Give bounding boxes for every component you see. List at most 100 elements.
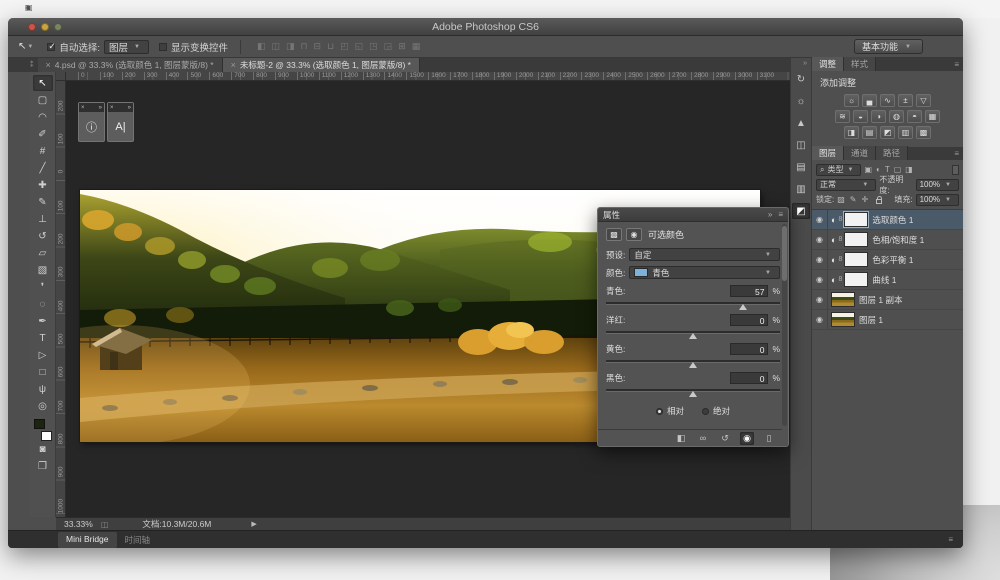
layer-filter-dropdown[interactable]: ⌕ 类型 ▼	[816, 163, 862, 176]
adjustment-layer-icon[interactable]: ◐	[831, 235, 836, 245]
ai-icon[interactable]: A|	[108, 112, 133, 141]
slider-thumb[interactable]	[738, 304, 747, 310]
slider-track[interactable]	[606, 387, 780, 397]
close-icon[interactable]: ×	[110, 105, 114, 111]
properties-scrollbar[interactable]	[782, 224, 787, 426]
pen-tool[interactable]: ✒	[33, 313, 53, 329]
tab-layers[interactable]: 图层	[812, 146, 845, 160]
reset-icon[interactable]: ↺	[718, 432, 732, 445]
clip-to-layer-icon[interactable]: ◧	[674, 432, 688, 445]
tab-timeline[interactable]: 时间轴	[117, 532, 159, 548]
fill-dropdown[interactable]: 100% ▼	[915, 193, 959, 206]
ai-mini-window[interactable]: × » A|	[107, 102, 134, 142]
panel-menu-icon[interactable]: ≡	[954, 60, 959, 69]
layer-visibility-icon[interactable]: ◉	[812, 250, 828, 269]
lock-pixels-icon[interactable]: ✎	[850, 195, 857, 204]
screen-mode-button[interactable]: ❐	[33, 458, 53, 474]
layer-mask-thumbnail[interactable]	[843, 211, 870, 228]
collapse-panel-icon[interactable]: »	[768, 210, 772, 219]
zoom-level-field[interactable]: 33.33%	[64, 519, 93, 529]
lock-position-icon[interactable]: ✛	[862, 195, 869, 204]
collapse-icon[interactable]: »	[99, 105, 102, 111]
layer-mask-icon[interactable]: ◉	[626, 228, 642, 241]
layer-visibility-icon[interactable]: ◉	[812, 270, 828, 289]
zoom-tool[interactable]: ◎	[33, 398, 53, 414]
hand-tool[interactable]: ψ	[33, 381, 53, 397]
layer-name[interactable]: 图层 1	[859, 314, 883, 326]
histogram-panel-icon[interactable]: ▲	[792, 115, 810, 131]
color-lookup-icon[interactable]: ▦	[925, 110, 940, 123]
collapse-icon[interactable]: »	[128, 105, 131, 111]
tab-bar-grip[interactable]: ⁑	[30, 61, 34, 69]
panel-menu-icon[interactable]: ≡	[954, 149, 959, 158]
marquee-tool[interactable]: ▢	[33, 92, 53, 108]
move-tool[interactable]: ↖	[32, 75, 53, 91]
layer-name[interactable]: 图层 1 副本	[859, 294, 902, 306]
horizontal-ruler[interactable]: 0 100 200 300 400 500 600 700 800 900 1000 1100 1200…	[66, 72, 790, 81]
layer-visibility-icon[interactable]: ◉	[812, 230, 828, 249]
filter-pixel-layers-icon[interactable]: ▣	[864, 165, 872, 174]
info-icon[interactable]: ⓘ	[79, 112, 104, 141]
close-tab-icon[interactable]: ×	[231, 60, 236, 70]
threshold-icon[interactable]: ◩	[880, 126, 895, 139]
layer-1-copy[interactable]: ◉ ◐ 8 图层 1 副本	[812, 290, 963, 310]
brightness-contrast-icon[interactable]: ☼	[844, 94, 859, 107]
blur-tool[interactable]: ❜	[33, 279, 53, 295]
doc-tab-untitled-2[interactable]: × 未标题-2 @ 33.3% (选取颜色 1, 图层蒙版/8) *	[222, 58, 420, 72]
panel-menu-icon[interactable]: ≡	[778, 210, 783, 219]
layer-mask-thumbnail[interactable]	[831, 292, 855, 307]
gradient-tool[interactable]: ▧	[33, 262, 53, 278]
hue-saturation-icon[interactable]: ≋	[835, 110, 850, 123]
slider-track[interactable]	[606, 329, 780, 339]
title-bar[interactable]: Adobe Photoshop CS6	[8, 18, 963, 36]
eyedropper-tool[interactable]: ╱	[33, 160, 53, 176]
blend-mode-dropdown[interactable]: 正常 ▼	[816, 178, 877, 191]
black-white-icon[interactable]: ◑	[871, 110, 886, 123]
channel-mixer-icon[interactable]: ◓	[907, 110, 922, 123]
dodge-tool[interactable]: ◌	[33, 296, 53, 312]
layer-mask-thumbnail[interactable]	[831, 312, 855, 327]
notes-panel-icon[interactable]: ◫	[792, 137, 810, 153]
close-icon[interactable]: ×	[81, 105, 85, 111]
auto-select-checkbox[interactable]	[47, 41, 56, 52]
paragraph-panel-icon[interactable]: ▥	[792, 181, 810, 197]
foreground-color-swatch[interactable]	[33, 419, 45, 429]
slider-thumb[interactable]	[689, 362, 697, 368]
layer-selective-color-1[interactable]: ◉ ◐ 8 选取颜色 1	[812, 210, 963, 230]
selective-color-thumb-icon[interactable]: ▩	[606, 228, 622, 241]
tab-adjustments[interactable]: 调整	[812, 57, 845, 71]
exposure-icon[interactable]: ±	[898, 94, 913, 107]
info-mini-window[interactable]: × » ⓘ	[78, 102, 105, 142]
filter-toggle-switch[interactable]	[952, 164, 959, 175]
layer-visibility-icon[interactable]: ◉	[812, 210, 828, 229]
path-selection-tool[interactable]: ▷	[33, 347, 53, 363]
close-tab-icon[interactable]: ×	[46, 60, 51, 70]
tab-channels[interactable]: 通道	[844, 146, 877, 160]
dock-collapse-icon[interactable]: »	[803, 60, 807, 67]
eraser-tool[interactable]: ▱	[33, 245, 53, 261]
visibility-icon[interactable]: ◉	[740, 431, 754, 445]
slider-track[interactable]	[606, 300, 780, 310]
move-tool-option-icon[interactable]: ↖	[18, 41, 26, 52]
layer-mask-thumbnail[interactable]	[844, 252, 869, 267]
layer-name[interactable]: 色相/饱和度 1	[872, 234, 924, 246]
layer-visibility-icon[interactable]: ◉	[812, 290, 828, 309]
layer-name[interactable]: 曲线 1	[872, 274, 896, 286]
properties-panel-header[interactable]: 属性 » ≡	[598, 208, 788, 222]
slider-thumb[interactable]	[689, 391, 697, 397]
doc-tab-4psd[interactable]: × 4.psd @ 33.3% (选取颜色 1, 图层蒙版/8) *	[37, 58, 223, 72]
slider-value-field[interactable]: 0	[730, 372, 769, 384]
layer-visibility-icon[interactable]: ◉	[812, 310, 828, 329]
vibrance-icon[interactable]: ▽	[916, 94, 931, 107]
lock-transparency-icon[interactable]: ▨	[837, 195, 845, 204]
slider-value-field[interactable]: 57	[730, 285, 769, 297]
slider-value-field[interactable]: 0	[730, 343, 769, 355]
tab-styles[interactable]: 样式	[844, 57, 877, 71]
opacity-dropdown[interactable]: 100% ▼	[915, 178, 959, 191]
photo-filter-icon[interactable]: ◍	[889, 110, 904, 123]
selective-color-adj-icon[interactable]: ▩	[916, 126, 931, 139]
history-brush-tool[interactable]: ↺	[33, 228, 53, 244]
layer-mask-thumbnail[interactable]	[844, 232, 869, 247]
vertical-ruler[interactable]: 3002001000100200300400500600700800900100…	[56, 81, 66, 517]
layer-1[interactable]: ◉ ◐ 8 图层 1	[812, 310, 963, 330]
